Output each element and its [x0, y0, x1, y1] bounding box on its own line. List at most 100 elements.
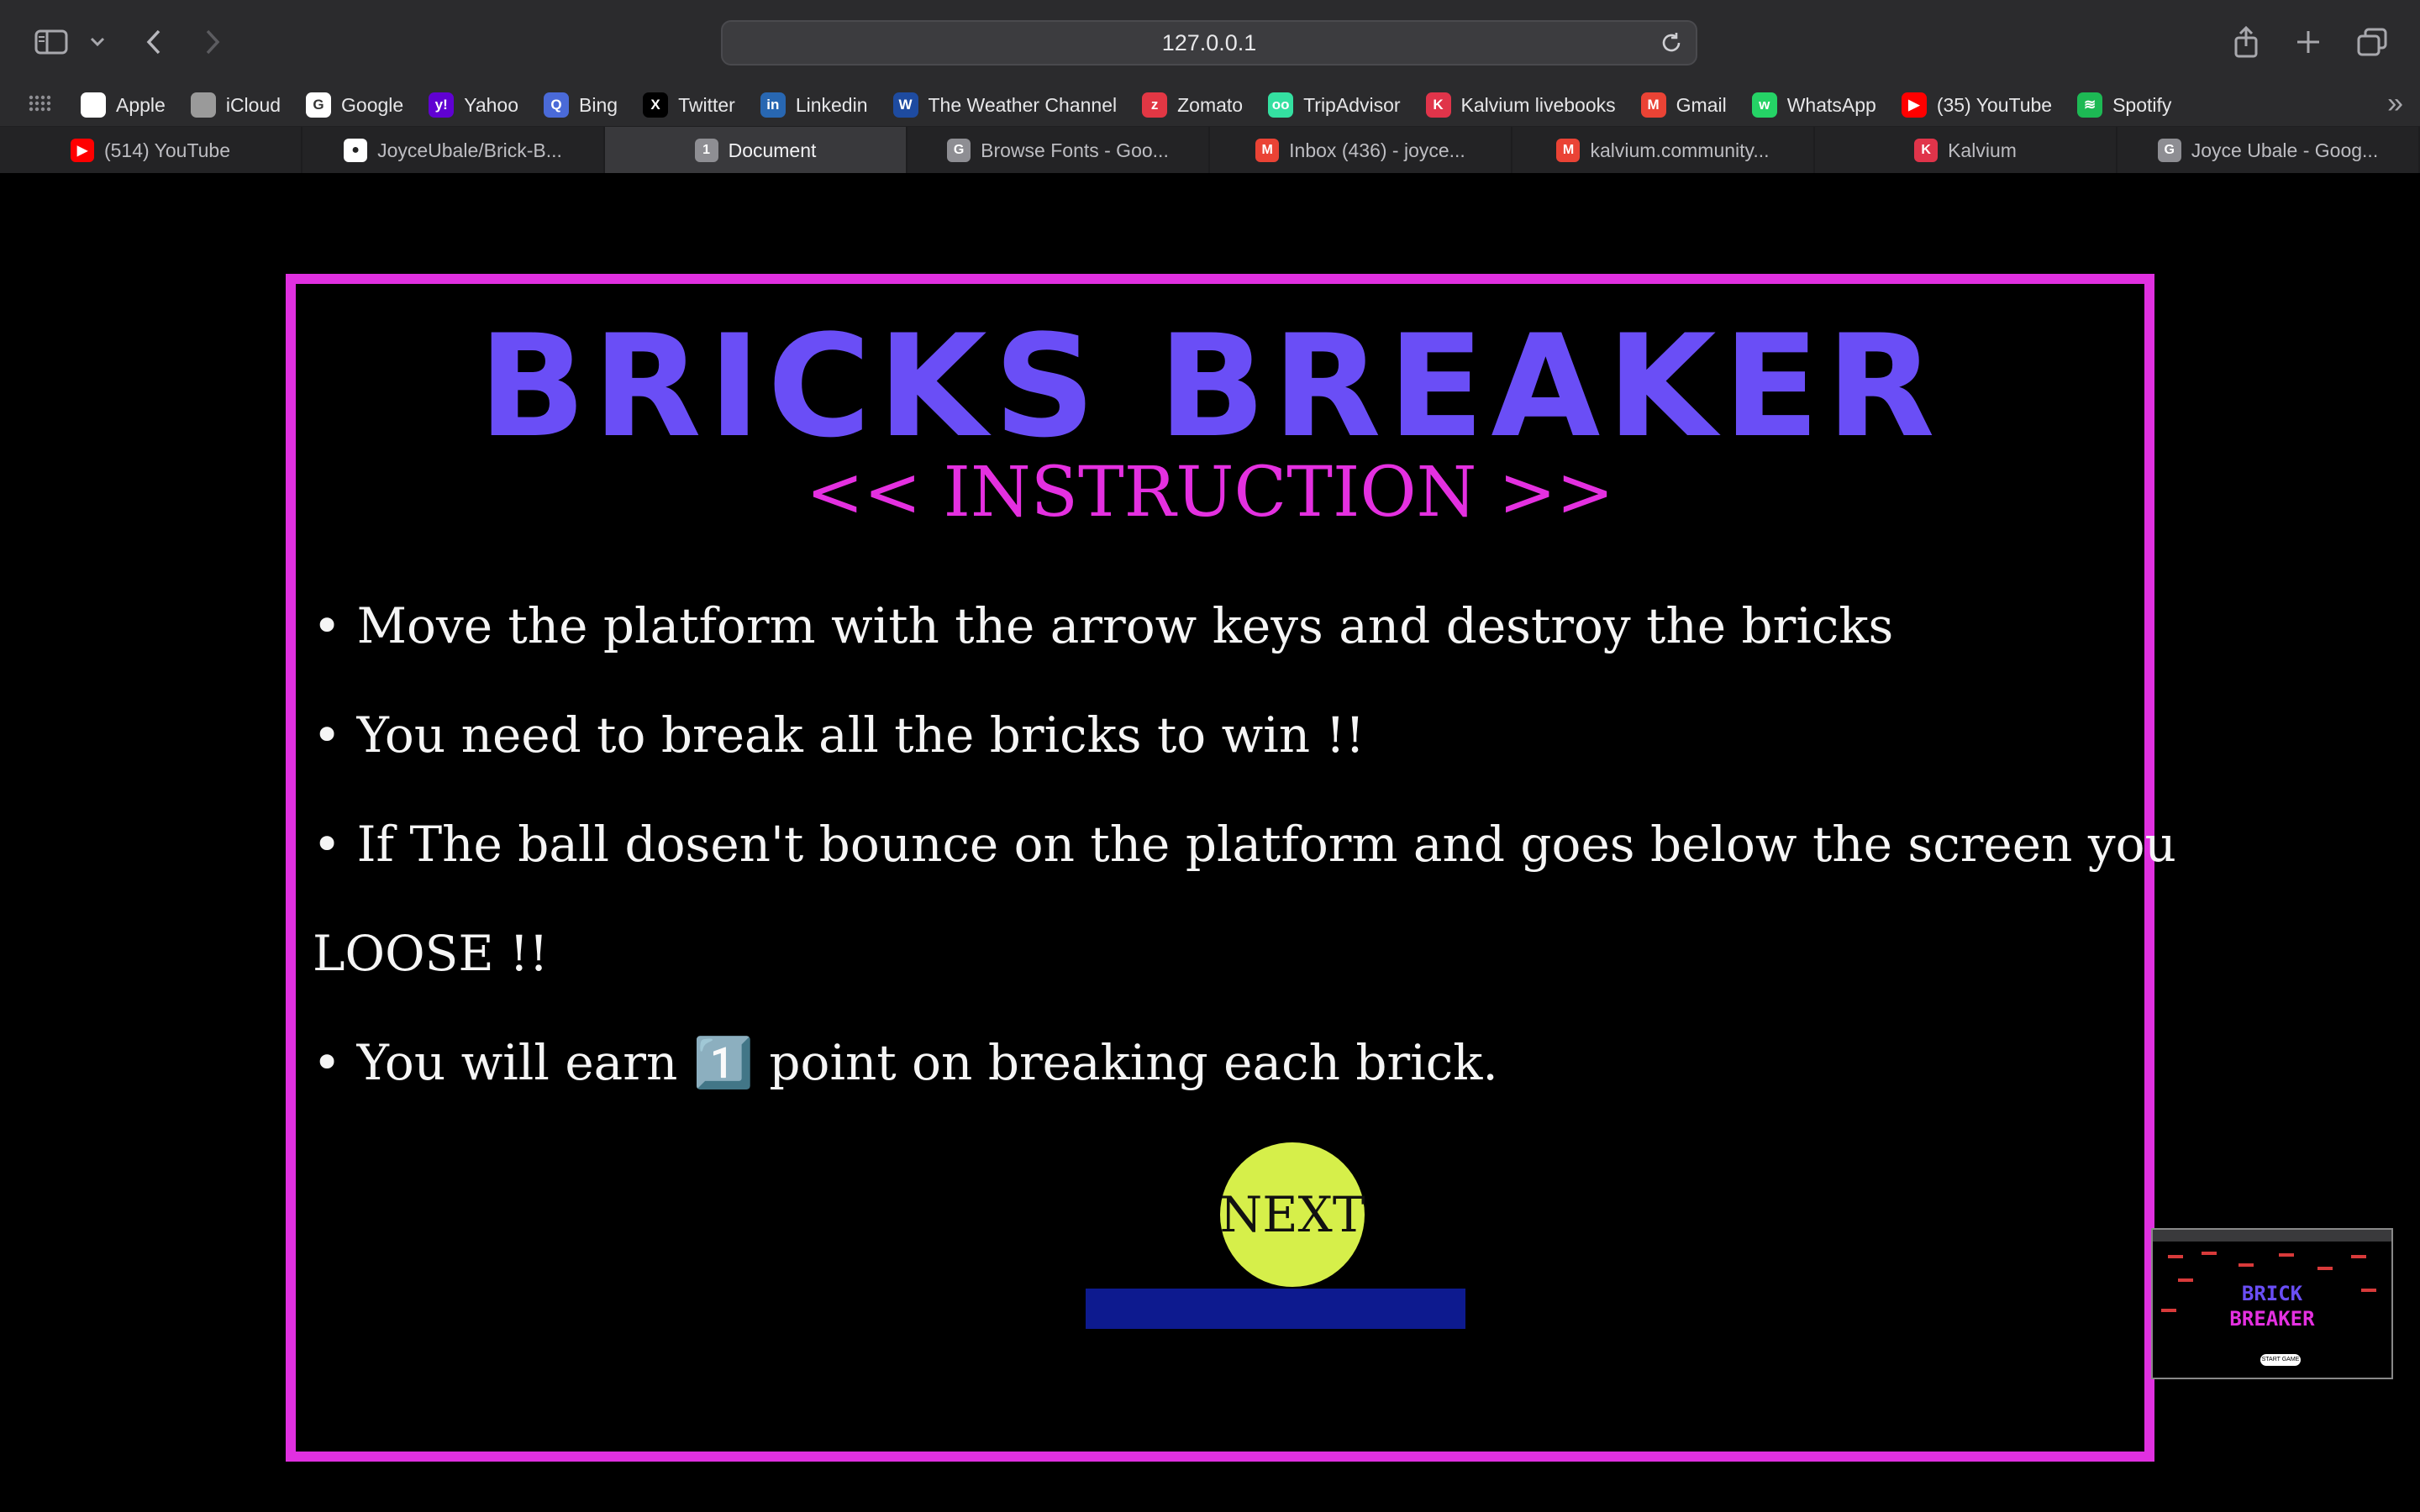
browser-tab[interactable]: Mkalvium.community... [1512, 127, 1815, 174]
browser-tab[interactable]: M Inbox (436) - joyce... [1210, 127, 1512, 174]
platform-paddle [1086, 1289, 1465, 1329]
instruction-heading: << INSTRUCTION >> [806, 453, 1614, 533]
bookmark-label: The Weather Channel [928, 93, 1118, 116]
address-text: 127.0.0.1 [1161, 29, 1257, 55]
bookmark-label: TripAdvisor [1303, 93, 1401, 116]
spotify-icon: ≋ [2077, 92, 2103, 118]
gmail-icon: M [1640, 92, 1666, 118]
browser-tab[interactable]: 1 Document [605, 127, 908, 174]
browser-tab[interactable]: ▶ (514) YouTube [0, 127, 302, 174]
x-icon: X [643, 92, 669, 118]
chevron-down-icon[interactable] [87, 22, 108, 62]
browser-toolbar: 127.0.0.1 [0, 0, 2420, 84]
thumbnail-toolbar [2153, 1230, 2391, 1242]
address-bar[interactable]: 127.0.0.1 [721, 20, 1697, 66]
bookmark-label: Linkedin [795, 93, 868, 116]
bookmark-item[interactable]: X Twitter [643, 92, 735, 118]
bookmark-item[interactable]: z Zomato [1142, 92, 1243, 118]
bookmark-item[interactable]: Apple [81, 92, 166, 118]
bookmark-item[interactable]: W The Weather Channel [892, 92, 1118, 118]
browser-chrome: 127.0.0.1 Apple iCloud G Google y! Yahoo Q Bing… [0, 0, 2420, 174]
tab-label: Browse Fonts - Goo... [981, 139, 1169, 161]
share-icon[interactable] [2232, 22, 2260, 62]
bookmark-item[interactable]: w WhatsApp [1751, 92, 1876, 118]
bookmark-label: Twitter [678, 93, 735, 116]
more-bookmarks-icon[interactable]: » [2387, 89, 2403, 118]
bookmark-item[interactable]: in Linkedin [760, 92, 868, 118]
zomato-icon: z [1142, 92, 1168, 118]
bookmark-label: Apple [116, 93, 166, 116]
apps-grid-icon[interactable] [27, 91, 52, 116]
kalvium-icon: K [1914, 139, 1939, 162]
instruction-item: • If The ball dosen't bounce on the plat… [313, 816, 2176, 873]
linkedin-icon: in [760, 92, 786, 118]
kalvium-icon: K [1425, 92, 1451, 118]
bookmark-label: (35) YouTube [1936, 93, 2053, 116]
forward-icon[interactable] [200, 22, 225, 62]
bookmark-label: WhatsApp [1786, 93, 1876, 116]
google-icon: G [306, 92, 332, 118]
reload-icon[interactable] [1659, 30, 1684, 55]
tab-bar: ▶ (514) YouTube ● JoyceUbale/Brick-B... 1 Doc… [0, 126, 2420, 174]
screenshot-thumbnail[interactable]: BRICK BREAKER START GAME [2151, 1228, 2393, 1379]
bookmark-item[interactable]: M Gmail [1640, 92, 1727, 118]
bookmark-label: Spotify [2112, 93, 2172, 116]
tab-label: Document [728, 139, 817, 161]
bookmark-item[interactable]: K Kalvium livebooks [1425, 92, 1616, 118]
weather-channel-icon: W [892, 92, 918, 118]
tab-label: Joyce Ubale - Goog... [2191, 139, 2379, 161]
bookmark-label: Bing [579, 93, 618, 116]
thumbnail-title: BREAKER [2229, 1307, 2315, 1331]
back-icon[interactable] [141, 22, 166, 62]
github-icon: ● [344, 139, 368, 162]
tab-label: Kalvium [1948, 139, 2017, 161]
tripadvisor-icon: oo [1268, 92, 1294, 118]
bookmark-label: Google [341, 93, 404, 116]
instruction-item: • You need to break all the bricks to wi… [313, 706, 1365, 764]
thumbnail-title: BRICK [2241, 1282, 2303, 1305]
instruction-item: • You will earn 1️⃣ point on breaking ea… [313, 1034, 1498, 1091]
youtube-icon: ▶ [1901, 92, 1927, 118]
tab-label: kalvium.community... [1590, 139, 1770, 161]
next-button[interactable]: NEXT [1219, 1142, 1365, 1287]
new-tab-icon[interactable] [2294, 22, 2323, 62]
bookmarks-bar: Apple iCloud G Google y! Yahoo Q Bing X Twitter in… [81, 84, 2196, 126]
brick [2238, 1263, 2254, 1267]
brick [2351, 1255, 2366, 1258]
gmail-icon: M [1255, 139, 1280, 162]
instruction-item: • Move the platform with the arrow keys … [313, 597, 1894, 654]
bookmark-item[interactable]: ≋ Spotify [2077, 92, 2171, 118]
tab-label: Inbox (436) - joyce... [1289, 139, 1465, 161]
bookmark-label: Zomato [1177, 93, 1244, 116]
youtube-icon: ▶ [70, 139, 94, 162]
bookmark-item[interactable]: Q Bing [544, 92, 618, 118]
sidebar-toggle-icon[interactable] [34, 22, 69, 62]
thumbnail-start-button: START GAME [2260, 1354, 2301, 1366]
document-icon: 1 [694, 139, 718, 162]
browser-tab[interactable]: K Kalvium [1815, 127, 2118, 174]
tab-overview-icon[interactable] [2356, 22, 2388, 62]
bookmark-item[interactable]: ▶ (35) YouTube [1901, 92, 2053, 118]
whatsapp-icon: w [1751, 92, 1777, 118]
google-fonts-icon: G [947, 139, 971, 162]
browser-tab[interactable]: G Joyce Ubale - Goog... [2118, 127, 2420, 174]
brick [2317, 1267, 2333, 1270]
bookmark-item[interactable]: iCloud [190, 92, 281, 118]
google-icon: G [2157, 139, 2181, 162]
instruction-item: LOOSE !! [313, 925, 549, 982]
brick [2168, 1255, 2183, 1258]
tab-label: (514) YouTube [103, 139, 231, 161]
browser-tab[interactable]: G Browse Fonts - Goo... [908, 127, 1210, 174]
gmail-icon: M [1556, 139, 1581, 162]
brick [2279, 1253, 2294, 1257]
bookmark-item[interactable]: y! Yahoo [429, 92, 518, 118]
bookmark-label: Kalvium livebooks [1460, 93, 1616, 116]
bookmark-item[interactable]: G Google [306, 92, 403, 118]
browser-tab[interactable]: ● JoyceUbale/Brick-B... [302, 127, 605, 174]
apple-icon [190, 92, 216, 118]
bookmark-label: Yahoo [464, 93, 519, 116]
bookmark-label: iCloud [225, 93, 281, 116]
game-title: BRICKS BREAKER [478, 304, 1942, 469]
bookmark-item[interactable]: oo TripAdvisor [1268, 92, 1401, 118]
bing-icon: Q [544, 92, 570, 118]
